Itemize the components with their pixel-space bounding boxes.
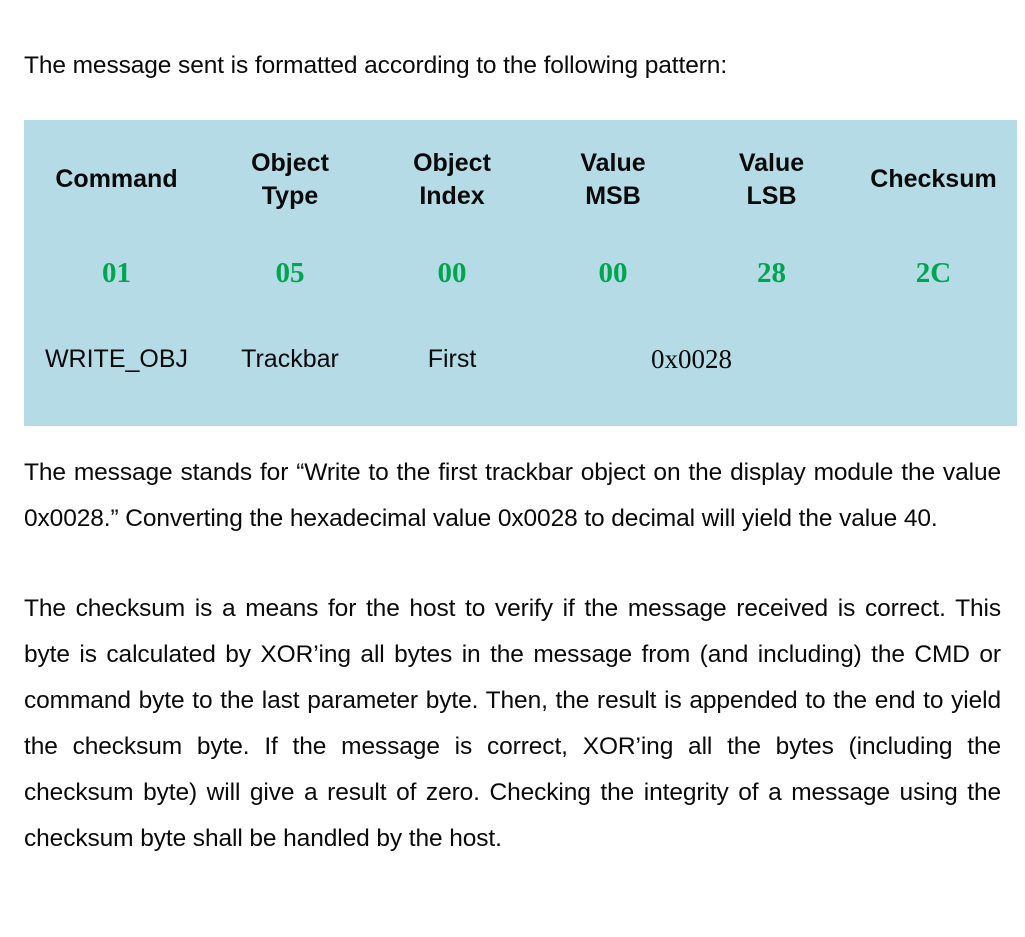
table-header-row: Command Object Type Object Index Value M… <box>24 120 1017 236</box>
header-checksum-line1: Checksum <box>870 165 997 193</box>
hex-value-lsb: 28 <box>757 257 786 289</box>
paragraph-message-meaning: The message stands for “Write to the fir… <box>24 458 1001 532</box>
header-value-msb-line2: MSB <box>585 181 641 210</box>
header-command: Command <box>24 120 209 236</box>
hex-command: 01 <box>102 257 131 289</box>
header-value-msb: Value MSB <box>533 120 693 236</box>
header-object-index-line2: Index <box>419 181 485 210</box>
hex-value-msb: 00 <box>598 257 628 289</box>
table-row-hex-values: 01 05 00 00 28 2C <box>24 236 1017 318</box>
header-value-msb-line1: Value <box>580 148 646 177</box>
header-command-line1: Command <box>55 165 178 193</box>
desc-value-combined: 0x0028 <box>651 344 732 374</box>
desc-command: WRITE_OBJ <box>44 345 189 373</box>
hex-object-index: 00 <box>437 257 467 289</box>
header-object-type-line1: Object <box>251 148 329 177</box>
protocol-message-table: Command Object Type Object Index Value M… <box>24 119 1017 426</box>
header-object-index-line1: Object <box>413 148 491 177</box>
header-object-type-line2: Type <box>261 181 319 210</box>
header-checksum: Checksum <box>850 120 1017 236</box>
desc-object-type: Trackbar <box>241 345 339 373</box>
hex-checksum: 2C <box>915 257 952 289</box>
paragraph-checksum-explanation: The checksum is a means for the host to … <box>24 594 1001 852</box>
desc-object-index: First <box>427 345 477 373</box>
header-object-index: Object Index <box>371 120 533 236</box>
header-object-type: Object Type <box>209 120 371 236</box>
intro-paragraph: The message sent is formatted according … <box>24 51 728 79</box>
document-page: The message sent is formatted according … <box>0 25 1025 937</box>
table-row-descriptions: WRITE_OBJ Trackbar First 0x0028 <box>24 318 1017 426</box>
header-value-lsb-line2: LSB <box>746 181 797 210</box>
header-value-lsb-line1: Value <box>738 148 805 177</box>
header-value-lsb: Value LSB <box>693 120 850 236</box>
desc-checksum <box>850 318 1017 426</box>
hex-object-type: 05 <box>275 257 305 289</box>
protocol-table-container: Command Object Type Object Index Value M… <box>24 119 1017 426</box>
